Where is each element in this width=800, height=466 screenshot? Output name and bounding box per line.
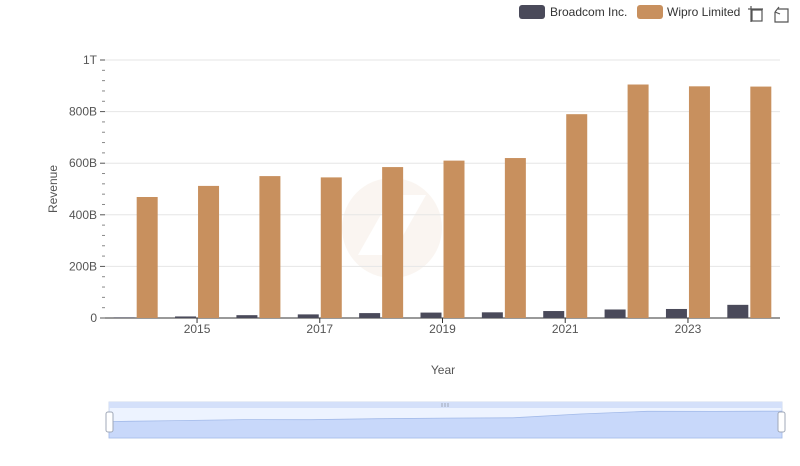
bar-broadcom-inc-2024[interactable] bbox=[727, 304, 749, 318]
y-tick-label: 1T bbox=[83, 53, 98, 67]
x-tick-label: 2023 bbox=[675, 322, 702, 336]
legend-item-wipro[interactable]: Wipro Limited bbox=[637, 5, 740, 19]
bar-wipro-limited-2021[interactable] bbox=[566, 114, 588, 319]
zoom-icon[interactable] bbox=[748, 6, 763, 22]
bar-wipro-limited-2024[interactable] bbox=[750, 86, 772, 318]
bar-broadcom-inc-2016[interactable] bbox=[236, 315, 258, 318]
bar-wipro-limited-2023[interactable] bbox=[688, 86, 710, 318]
bar-broadcom-inc-2018[interactable] bbox=[359, 313, 381, 318]
data-zoom-slider[interactable] bbox=[105, 401, 786, 439]
y-tick-label: 400B bbox=[69, 208, 97, 222]
bar-broadcom-inc-2019[interactable] bbox=[420, 312, 442, 318]
bars bbox=[113, 84, 772, 319]
legend: Broadcom Inc. Wipro Limited bbox=[519, 5, 740, 19]
y-tick-label: 0 bbox=[90, 311, 97, 325]
y-tick-label: 600B bbox=[69, 156, 97, 170]
data-zoom-right-handle[interactable] bbox=[777, 411, 786, 433]
y-axis-minor-ticks bbox=[102, 69, 105, 309]
chart-container: 0 200B 400B 600B 800B 1T 2015 2017 2019 2021 2023… bbox=[0, 0, 800, 461]
y-tick-label: 200B bbox=[69, 259, 97, 273]
legend-label-wipro: Wipro Limited bbox=[667, 5, 740, 19]
y-tick-label: 800B bbox=[69, 105, 97, 119]
x-tick-label: 2017 bbox=[306, 322, 333, 336]
bar-wipro-limited-2020[interactable] bbox=[504, 158, 526, 318]
restore-icon[interactable] bbox=[774, 6, 789, 23]
data-zoom-left-handle[interactable] bbox=[105, 411, 114, 433]
bar-broadcom-inc-2023[interactable] bbox=[665, 308, 687, 318]
legend-label-broadcom: Broadcom Inc. bbox=[550, 5, 627, 19]
bar-broadcom-inc-2020[interactable] bbox=[481, 312, 503, 318]
bar-wipro-limited-2015[interactable] bbox=[198, 185, 220, 318]
x-axis-title: Year bbox=[431, 363, 455, 377]
x-axis: 2015 2017 2019 2021 2023 bbox=[105, 317, 780, 336]
y-axis: 0 200B 400B 600B 800B 1T bbox=[69, 53, 105, 325]
x-tick-label: 2015 bbox=[184, 322, 211, 336]
bar-broadcom-inc-2022[interactable] bbox=[604, 309, 626, 318]
bar-broadcom-inc-2014[interactable] bbox=[113, 317, 135, 318]
legend-swatch-broadcom bbox=[519, 5, 545, 19]
bar-broadcom-inc-2015[interactable] bbox=[175, 316, 197, 318]
bar-wipro-limited-2016[interactable] bbox=[259, 176, 281, 318]
legend-item-broadcom[interactable]: Broadcom Inc. bbox=[519, 5, 627, 19]
bar-wipro-limited-2017[interactable] bbox=[320, 177, 342, 318]
bar-wipro-limited-2019[interactable] bbox=[443, 160, 465, 318]
x-tick-label: 2021 bbox=[552, 322, 579, 336]
legend-swatch-wipro bbox=[637, 5, 663, 19]
bar-broadcom-inc-2021[interactable] bbox=[543, 311, 565, 318]
data-zoom-selected-window[interactable] bbox=[109, 408, 782, 438]
bar-wipro-limited-2022[interactable] bbox=[627, 84, 649, 318]
y-axis-title: Revenue bbox=[46, 165, 60, 213]
bar-wipro-limited-2014[interactable] bbox=[136, 196, 158, 318]
bar-wipro-limited-2018[interactable] bbox=[382, 167, 404, 318]
bar-broadcom-inc-2017[interactable] bbox=[297, 314, 319, 318]
x-tick-label: 2019 bbox=[429, 322, 456, 336]
bar-chart: 0 200B 400B 600B 800B 1T 2015 2017 2019 2021 2023… bbox=[46, 5, 789, 439]
